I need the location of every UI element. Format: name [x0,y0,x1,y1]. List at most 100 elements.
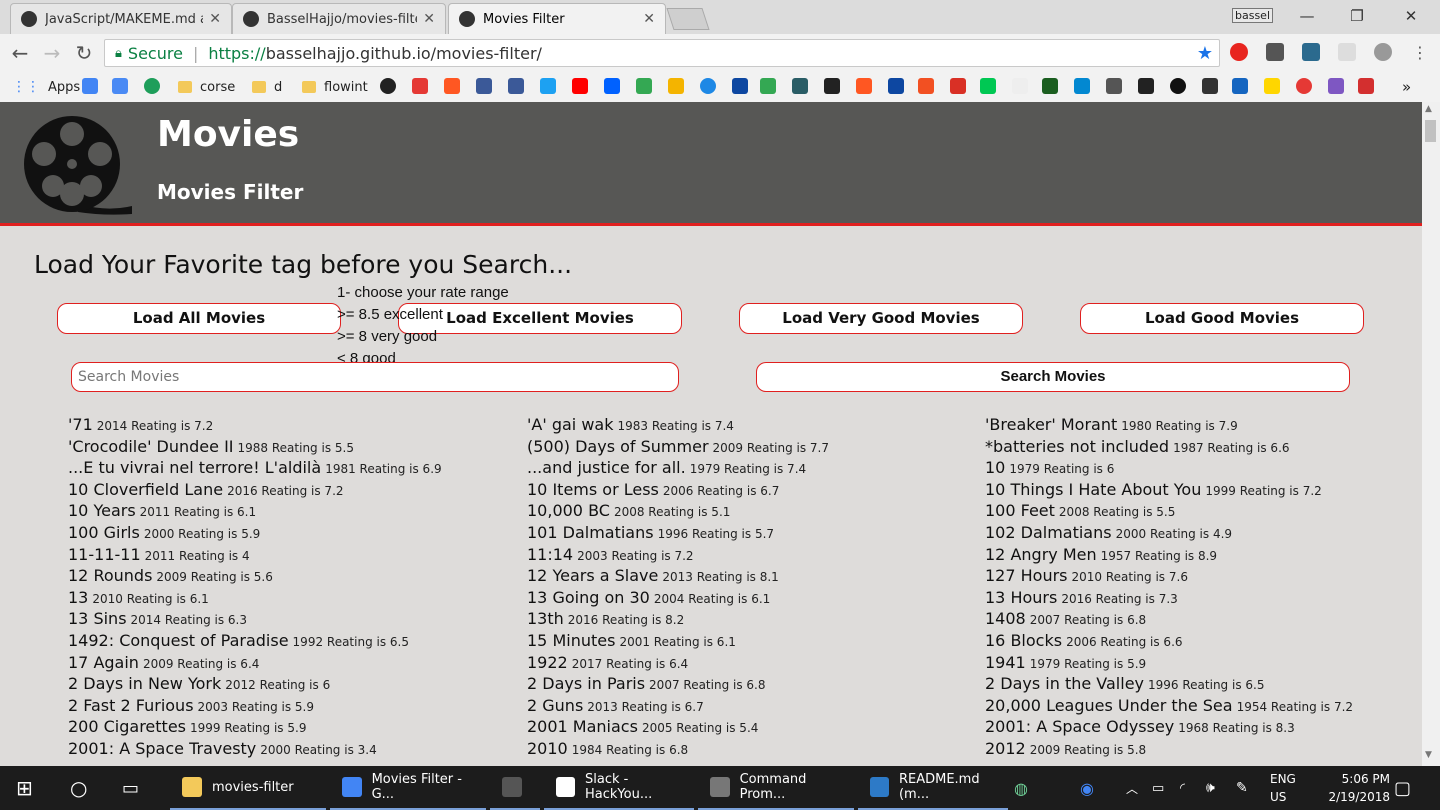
huawei-icon[interactable] [1358,78,1374,94]
bookmark-icon[interactable] [412,78,428,94]
movie-rating: 1992 Reating is 6.5 [292,634,409,649]
movie-item: 1408 2007 Reating is 6.8 [985,608,1422,630]
close-window-icon[interactable]: ✕ [1388,4,1434,28]
taskbar-app[interactable]: Command Prom... [698,766,854,810]
reload-icon[interactable]: ↻ [72,42,96,64]
hangouts-icon[interactable] [144,78,160,94]
taskbar-app[interactable]: movies-filter [170,766,326,810]
bookmark-icon[interactable] [668,78,684,94]
microsoft-icon[interactable] [918,78,934,94]
movie-item: 2001 Maniacs 2005 Reating is 5.4 [527,716,967,738]
movie-rating: 1979 Reating is 6 [1009,462,1115,477]
gmail-icon[interactable] [950,78,966,94]
scrollbar-thumb[interactable] [1425,120,1436,142]
movie-item: ...and justice for all. 1979 Reating is 7… [527,457,967,479]
bookmark-icon[interactable] [792,78,808,94]
close-icon[interactable]: ✕ [643,11,655,27]
facebook-icon[interactable] [508,78,524,94]
load-very-good-movies-button[interactable]: Load Very Good Movies [739,303,1023,334]
close-icon[interactable]: ✕ [209,11,221,27]
bookmark-icon[interactable] [1042,78,1058,94]
movie-item: 1941 1979 Reating is 5.9 [985,652,1422,674]
twitter-icon[interactable] [540,78,556,94]
bookmark-icon[interactable] [380,78,396,94]
windows-start-icon[interactable]: ⊞ [16,766,33,810]
minimize-icon[interactable]: — [1284,4,1330,28]
search-movies-button[interactable]: Search Movies [756,362,1350,392]
dropbox-icon[interactable] [604,78,620,94]
taskbar-app[interactable]: Movies Filter - G... [330,766,486,810]
bookmark-icon[interactable] [1328,78,1344,94]
maps-pin-icon[interactable]: ◉ [1080,766,1094,810]
tab-movies-filter-repo[interactable]: BasselHajjo/movies-filter ✕ [232,3,446,34]
forward-icon[interactable]: → [40,42,64,64]
extension-icon[interactable] [1266,43,1284,61]
taskbar-app[interactable]: README.md (m... [858,766,1008,810]
wikipedia-icon[interactable] [1012,78,1028,94]
scroll-up-icon[interactable]: ▲ [1425,104,1432,114]
separator: | [192,43,199,63]
google-icon[interactable] [760,78,776,94]
bookmark-corse[interactable]: corse [178,78,235,96]
bookmark-icon[interactable] [1232,78,1248,94]
movie-item: 100 Feet 2008 Reating is 5.5 [985,500,1422,522]
page-viewport: Movies Movies Filter Load Your Favorite … [0,102,1422,766]
back-icon[interactable]: ← [8,42,32,64]
clock[interactable]: ENG 5:06 PM US 2/19/2018 [1270,770,1390,806]
play-icon[interactable] [980,78,996,94]
bookmark-icon[interactable] [1138,78,1154,94]
profile-button[interactable]: bassel [1232,8,1274,23]
address-bar[interactable]: 🔒︎ Secure | https:// basselhajjo.github.… [104,39,1220,67]
bookmark-d[interactable]: d [252,78,282,96]
star-icon[interactable]: ★ [1197,43,1213,64]
volume-icon[interactable]: 🕪︎ [1206,766,1215,810]
maps-icon[interactable] [636,78,652,94]
extension-icon[interactable] [1302,43,1320,61]
youtube-icon[interactable] [572,78,588,94]
maximize-icon[interactable]: ❐ [1334,4,1380,28]
notifications-icon[interactable]: ▢ [1394,766,1411,810]
taskbar-app[interactable]: Slack - HackYou... [544,766,694,810]
bookmark-icon[interactable] [1074,78,1090,94]
search-icon[interactable]: ○ [70,766,87,810]
app-icon[interactable]: ◍ [1014,766,1028,810]
bookmark-icon[interactable] [856,78,872,94]
pen-icon[interactable]: ✎ [1236,766,1248,810]
movie-title: 2001: A Space Odyssey [985,717,1175,737]
load-all-movies-button[interactable]: Load All Movies [57,303,341,334]
taskbar-app[interactable] [490,766,540,810]
tab-makeme[interactable]: JavaScript/MAKEME.md at ✕ [10,3,232,34]
tab-movies-filter[interactable]: Movies Filter ✕ [448,3,666,34]
page-scrollbar[interactable] [1422,102,1440,766]
load-good-movies-button[interactable]: Load Good Movies [1080,303,1364,334]
battery-icon[interactable]: ▭ [1152,766,1164,810]
menu-icon[interactable]: ⋮ [1408,42,1432,64]
wifi-icon[interactable]: ◜ [1180,766,1185,810]
new-tab-button[interactable] [666,8,710,30]
extension-icon[interactable] [1374,43,1392,61]
task-view-icon[interactable]: ▭ [122,766,139,810]
translate-icon[interactable] [112,78,128,94]
google-icon[interactable] [82,78,98,94]
chevron-up-icon[interactable]: ︿ [1126,766,1138,810]
movie-rating: 2011 Reating is 6.1 [139,505,257,520]
bookmark-apps[interactable]: ⋮⋮ Apps [12,78,80,96]
bookmarks-overflow[interactable]: » [1402,78,1411,96]
bookmark-icon[interactable] [1264,78,1280,94]
close-icon[interactable]: ✕ [423,11,435,27]
bookmark-icon[interactable] [1170,78,1186,94]
soundcloud-icon[interactable] [444,78,460,94]
opera-icon[interactable] [1230,43,1248,61]
bookmark-icon[interactable] [732,78,748,94]
bookmark-icon[interactable] [1296,78,1312,94]
bookmark-icon[interactable] [1202,78,1218,94]
facebook-icon[interactable] [476,78,492,94]
bookmark-icon[interactable] [1106,78,1122,94]
scroll-down-icon[interactable]: ▼ [1425,750,1432,760]
bookmark-icon[interactable] [824,78,840,94]
bookmark-icon[interactable] [888,78,904,94]
bookmark-flowint[interactable]: flowint [302,78,368,96]
search-input[interactable] [71,362,679,392]
bookmark-icon[interactable] [700,78,716,94]
extension-icon[interactable] [1338,43,1356,61]
